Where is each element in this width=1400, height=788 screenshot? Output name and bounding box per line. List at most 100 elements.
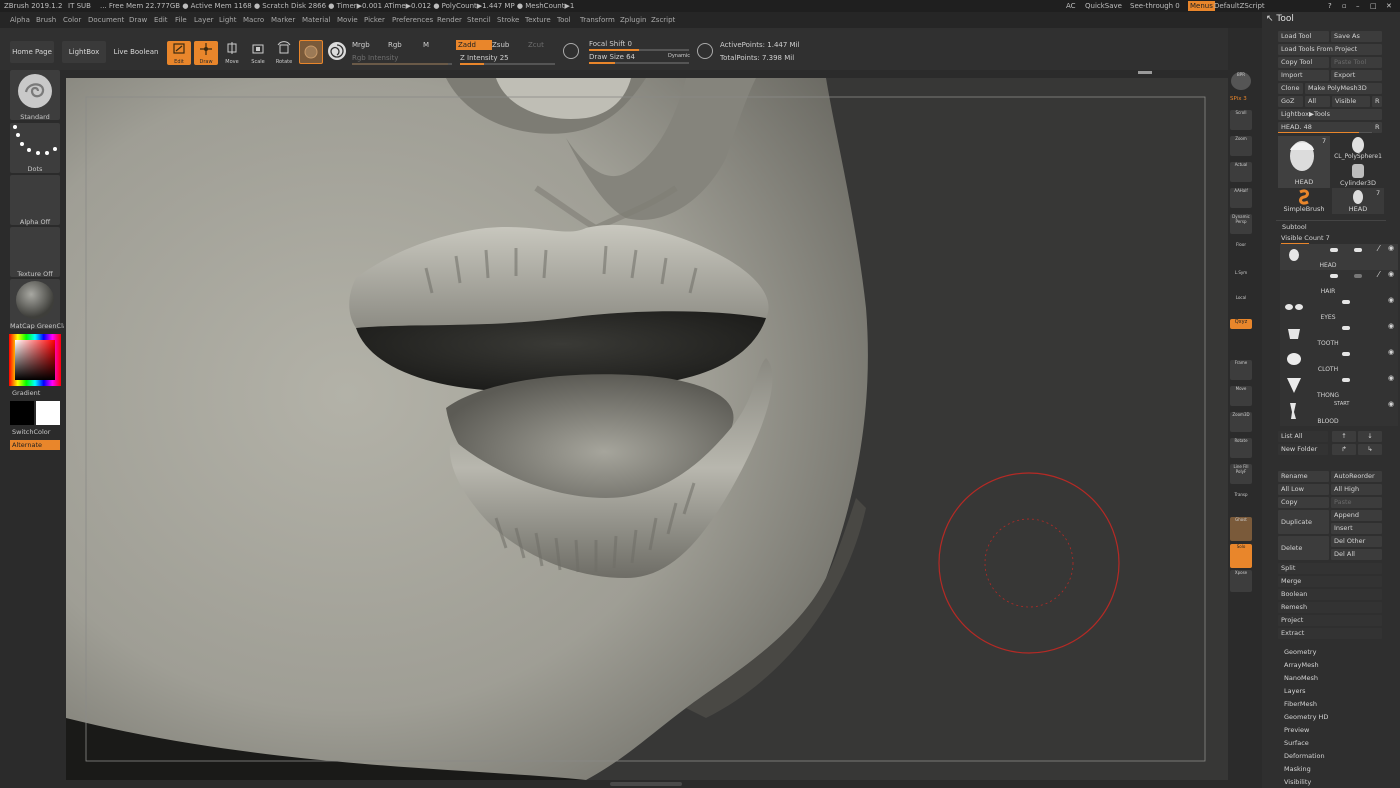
subtool-hair-eye-icon[interactable]: ◉	[1388, 270, 1394, 278]
head-tool-track[interactable]	[1278, 132, 1372, 133]
dynamic-toggle[interactable]: Dynamic	[668, 53, 690, 59]
menu-document[interactable]: Document	[88, 12, 124, 28]
material-swatch-button[interactable]	[299, 40, 323, 64]
section-nanomesh[interactable]: NanoMesh	[1284, 674, 1318, 682]
menu-material[interactable]: Material	[302, 12, 330, 28]
menu-stencil[interactable]: Stencil	[467, 12, 491, 28]
focal-shift-icon[interactable]	[563, 43, 579, 59]
save-as-button[interactable]: Save As	[1331, 31, 1382, 42]
see-through-slider[interactable]: See-through 0	[1130, 0, 1180, 12]
section-arraymesh[interactable]: ArrayMesh	[1284, 661, 1319, 669]
floor-button[interactable]: Floor	[1230, 242, 1252, 262]
menu-stroke[interactable]: Stroke	[497, 12, 519, 28]
focal-shift-slider[interactable]: Focal Shift 0	[589, 40, 632, 48]
tool-palette-header[interactable]: ↖ Tool	[1266, 14, 1294, 24]
all-high-button[interactable]: All High	[1331, 484, 1382, 495]
menu-texture[interactable]: Texture	[525, 12, 551, 28]
rgb-intensity-track[interactable]	[352, 63, 452, 65]
tool-thumb-polysphere[interactable]: CL_PolySphere1	[1332, 136, 1384, 162]
help-icon[interactable]: ?	[1328, 0, 1332, 12]
edit-mode-button[interactable]: Edit	[167, 41, 191, 65]
quicksave-button[interactable]: QuickSave	[1085, 0, 1122, 12]
local-button[interactable]: Local	[1230, 295, 1252, 315]
subtool-cloth-eye-icon[interactable]: ◉	[1388, 348, 1394, 356]
menu-layer[interactable]: Layer	[194, 12, 214, 28]
section-preview[interactable]: Preview	[1284, 726, 1309, 734]
subtool-blood-eye-icon[interactable]: ◉	[1388, 400, 1394, 408]
subtool-section-header[interactable]: Subtool	[1282, 223, 1307, 231]
z-intensity-slider[interactable]: Z Intensity 25	[460, 54, 509, 62]
list-all-button[interactable]: List All	[1278, 431, 1328, 442]
menu-zplugin[interactable]: Zplugin	[620, 12, 646, 28]
ghost-button[interactable]: Ghost	[1230, 517, 1252, 541]
menu-macro[interactable]: Macro	[243, 12, 264, 28]
move-up-button[interactable]: ↑	[1332, 431, 1356, 442]
menu-marker[interactable]: Marker	[271, 12, 295, 28]
menu-draw[interactable]: Draw	[129, 12, 147, 28]
move-to-folder-button[interactable]: ↱	[1332, 444, 1356, 455]
export-button[interactable]: Export	[1331, 70, 1382, 81]
goz-visible-button[interactable]: Visible	[1332, 96, 1370, 107]
secondary-color-swatch[interactable]	[10, 401, 34, 425]
delete-button[interactable]: Delete	[1278, 536, 1329, 560]
subtool-tooth-eye-icon[interactable]: ◉	[1388, 322, 1394, 330]
menu-render[interactable]: Render	[437, 12, 462, 28]
section-surface[interactable]: Surface	[1284, 739, 1309, 747]
menu-edit[interactable]: Edit	[154, 12, 168, 28]
close-icon[interactable]: ✕	[1386, 0, 1392, 12]
viewport-canvas[interactable]	[66, 78, 1228, 780]
rgb-intensity-slider[interactable]: Rgb Intensity	[352, 54, 398, 62]
section-geometry-hd[interactable]: Geometry HD	[1284, 713, 1328, 721]
subtool-row-thong[interactable]: ◉ THONG	[1280, 374, 1398, 400]
xpose-button[interactable]: Xpose	[1230, 570, 1252, 592]
move-down-button[interactable]: ↓	[1358, 431, 1382, 442]
subtool-eyes-eye-icon[interactable]: ◉	[1388, 296, 1394, 304]
canvas-scroll-handle[interactable]	[1138, 71, 1152, 74]
draw-mode-button[interactable]: Draw	[194, 41, 218, 65]
scroll-button[interactable]: Scroll	[1230, 110, 1252, 130]
load-tool-button[interactable]: Load Tool	[1278, 31, 1329, 42]
rotate-mode-button[interactable]: Rotate	[272, 41, 296, 65]
rotate-view-button[interactable]: Rotate	[1230, 438, 1252, 458]
paste-tool-button[interactable]: Paste Tool	[1331, 57, 1382, 68]
clone-button[interactable]: Clone	[1278, 83, 1303, 94]
subtool-head-brush-icon[interactable]: ⁄	[1378, 244, 1379, 253]
persp-button[interactable]: Dynamic Persp	[1230, 214, 1252, 234]
live-boolean-button[interactable]: Live Boolean	[112, 41, 160, 63]
merge-menu[interactable]: Merge	[1278, 576, 1382, 587]
goz-all-button[interactable]: All	[1305, 96, 1330, 107]
subtool-row-tooth[interactable]: ◉ TOOTH	[1280, 322, 1398, 348]
subtool-row-cloth[interactable]: ◉ CLOTH	[1280, 348, 1398, 374]
primary-color-swatch[interactable]	[36, 401, 60, 425]
alternate-toggle[interactable]: Alternate	[10, 440, 60, 450]
solo-toggle[interactable]: Solo	[1230, 544, 1252, 568]
menu-light[interactable]: Light	[219, 12, 236, 28]
lightbox-button[interactable]: LightBox	[62, 41, 106, 63]
copy-subtool-button[interactable]: Copy	[1278, 497, 1329, 508]
all-low-button[interactable]: All Low	[1278, 484, 1329, 495]
section-masking[interactable]: Masking	[1284, 765, 1311, 773]
zcut-toggle[interactable]: Zcut	[528, 41, 544, 49]
color-picker-square[interactable]	[15, 340, 55, 380]
remesh-menu[interactable]: Remesh	[1278, 602, 1382, 613]
zadd-toggle[interactable]: Zadd	[456, 40, 492, 50]
import-button[interactable]: Import	[1278, 70, 1329, 81]
menu-brush[interactable]: Brush	[36, 12, 56, 28]
maximize-icon[interactable]: □	[1370, 0, 1377, 12]
autoreorder-button[interactable]: AutoReorder	[1331, 471, 1382, 482]
move-mode-button[interactable]: Move	[220, 41, 244, 65]
default-zscript-button[interactable]: DefaultZScript	[1214, 0, 1265, 12]
section-deformation[interactable]: Deformation	[1284, 752, 1325, 760]
tool-thumb-simplebrush[interactable]: SimpleBrush	[1278, 188, 1330, 214]
append-button[interactable]: Append	[1331, 510, 1382, 521]
home-page-button[interactable]: Home Page	[10, 41, 54, 63]
menu-preferences[interactable]: Preferences	[392, 12, 433, 28]
menu-file[interactable]: File	[175, 12, 187, 28]
z-intensity-track[interactable]	[460, 63, 555, 65]
goz-button[interactable]: GoZ	[1278, 96, 1303, 107]
boolean-menu[interactable]: Boolean	[1278, 589, 1382, 600]
lightbox-tools-button[interactable]: Lightbox▶Tools	[1278, 109, 1382, 120]
mrgb-toggle[interactable]: Mrgb	[352, 41, 370, 49]
minimize-icon[interactable]: –	[1356, 0, 1360, 12]
subtool-row-blood[interactable]: START ◉ BLOOD	[1280, 400, 1398, 426]
